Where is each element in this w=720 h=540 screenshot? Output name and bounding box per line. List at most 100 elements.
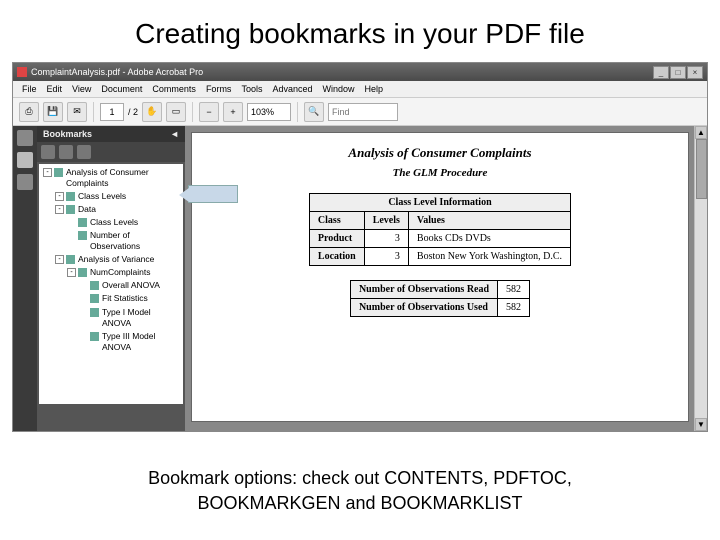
tree-toggle-icon[interactable]: -: [55, 205, 64, 214]
vertical-scrollbar[interactable]: ▲ ▼: [694, 126, 707, 431]
footer-line2: BOOKMARKGEN and BOOKMARKLIST: [0, 491, 720, 516]
scroll-thumb[interactable]: [696, 139, 707, 199]
callout-arrow-icon: [188, 185, 238, 203]
scroll-up-icon[interactable]: ▲: [695, 126, 707, 139]
tree-toggle-icon[interactable]: -: [43, 168, 52, 177]
zoom-out-icon[interactable]: −: [199, 102, 219, 122]
bookmark-icon: [90, 332, 99, 341]
bookmark-icon: [78, 231, 87, 240]
menu-help[interactable]: Help: [360, 84, 389, 94]
slide-footer: Bookmark options: check out CONTENTS, PD…: [0, 466, 720, 516]
tree-toggle-icon[interactable]: -: [55, 255, 64, 264]
panel-header: Bookmarks ◄: [37, 126, 185, 142]
workspace: Bookmarks ◄ -Analysis of Consumer Compla…: [13, 126, 707, 431]
bookmark-item[interactable]: -Analysis of Consumer Complaints: [41, 166, 181, 190]
bookmark-label: Type I Model ANOVA: [102, 307, 181, 329]
panel-title: Bookmarks: [43, 129, 92, 139]
window-title: ComplaintAnalysis.pdf - Adobe Acrobat Pr…: [31, 67, 653, 77]
zoom-in-icon[interactable]: +: [223, 102, 243, 122]
window-controls: _ □ ×: [653, 66, 703, 79]
find-input[interactable]: [328, 103, 398, 121]
table-row: Number of Observations Used 582: [350, 299, 529, 317]
save-icon[interactable]: 💾: [43, 102, 63, 122]
bookmark-label: NumComplaints: [90, 267, 150, 278]
bookmark-item[interactable]: - NumComplaints: [41, 266, 181, 279]
options-icon[interactable]: [77, 145, 91, 159]
menu-file[interactable]: File: [17, 84, 42, 94]
mail-icon[interactable]: ✉: [67, 102, 87, 122]
attachments-icon[interactable]: [17, 174, 33, 190]
menu-tools[interactable]: Tools: [236, 84, 267, 94]
bookmark-label: Class Levels: [90, 217, 138, 228]
bookmark-label: Data: [78, 204, 96, 215]
menubar: File Edit View Document Comments Forms T…: [13, 81, 707, 98]
hand-tool-icon[interactable]: ✋: [142, 102, 162, 122]
cell: Boston New York Washington, D.C.: [408, 248, 570, 266]
bookmarks-panel: Bookmarks ◄ -Analysis of Consumer Compla…: [37, 126, 185, 431]
pages-icon[interactable]: [17, 130, 33, 146]
separator: [93, 102, 94, 122]
bookmark-label: Type III Model ANOVA: [102, 331, 181, 353]
pdf-page: Analysis of Consumer Complaints The GLM …: [191, 132, 689, 422]
bookmark-icon: [54, 168, 63, 177]
print-icon[interactable]: ⎙: [19, 102, 39, 122]
bookmark-item[interactable]: Number of Observations: [41, 229, 181, 253]
menu-window[interactable]: Window: [317, 84, 359, 94]
tree-toggle-icon[interactable]: -: [67, 268, 76, 277]
select-tool-icon[interactable]: ▭: [166, 102, 186, 122]
bookmark-icon: [78, 268, 87, 277]
page-total: / 2: [128, 107, 138, 117]
col-header: Levels: [364, 212, 408, 230]
scroll-down-icon[interactable]: ▼: [695, 418, 707, 431]
table-caption: Class Level Information: [309, 194, 570, 212]
close-button[interactable]: ×: [687, 66, 703, 79]
bookmark-icon: [90, 294, 99, 303]
maximize-button[interactable]: □: [670, 66, 686, 79]
sidebar: Bookmarks ◄ -Analysis of Consumer Compla…: [13, 126, 185, 431]
bookmark-item[interactable]: Type I Model ANOVA: [41, 306, 181, 330]
document-area: Analysis of Consumer Complaints The GLM …: [185, 126, 707, 431]
toolbar: ⎙ 💾 ✉ / 2 ✋ ▭ − + 🔍: [13, 98, 707, 126]
app-icon: [17, 67, 27, 77]
menu-comments[interactable]: Comments: [147, 84, 201, 94]
menu-forms[interactable]: Forms: [201, 84, 237, 94]
bookmark-icon: [66, 192, 75, 201]
cell: Location: [309, 248, 364, 266]
bookmark-item[interactable]: Fit Statistics: [41, 292, 181, 305]
minimize-button[interactable]: _: [653, 66, 669, 79]
observations-table: Number of Observations Read 582 Number o…: [350, 280, 530, 317]
tree-toggle-icon[interactable]: -: [55, 192, 64, 201]
bookmark-icon: [78, 218, 87, 227]
new-bookmark-icon[interactable]: [41, 145, 55, 159]
slide-title: Creating bookmarks in your PDF file: [0, 0, 720, 62]
bookmark-item[interactable]: - Analysis of Variance: [41, 253, 181, 266]
footer-line1: Bookmark options: check out CONTENTS, PD…: [0, 466, 720, 491]
bookmark-item[interactable]: Type III Model ANOVA: [41, 330, 181, 354]
cell: Books CDs DVDs: [408, 230, 570, 248]
zoom-input[interactable]: [247, 103, 291, 121]
find-icon[interactable]: 🔍: [304, 102, 324, 122]
panel-close-icon[interactable]: ◄: [170, 129, 179, 139]
cell: 582: [498, 281, 530, 299]
menu-advanced[interactable]: Advanced: [267, 84, 317, 94]
separator: [297, 102, 298, 122]
bookmark-item[interactable]: Overall ANOVA: [41, 279, 181, 292]
doc-title: Analysis of Consumer Complaints: [214, 145, 666, 161]
delete-bookmark-icon[interactable]: [59, 145, 73, 159]
bookmark-item[interactable]: - Data: [41, 203, 181, 216]
bookmarks-icon[interactable]: [17, 152, 33, 168]
bookmark-item[interactable]: Class Levels: [41, 216, 181, 229]
menu-document[interactable]: Document: [96, 84, 147, 94]
cell: 582: [498, 299, 530, 317]
nav-icons: [13, 126, 37, 431]
class-level-table: Class Level Information Class Levels Val…: [309, 193, 571, 266]
doc-subtitle: The GLM Procedure: [214, 167, 666, 179]
menu-view[interactable]: View: [67, 84, 96, 94]
menu-edit[interactable]: Edit: [42, 84, 68, 94]
bookmark-label: Analysis of Variance: [78, 254, 154, 265]
col-header: Class: [309, 212, 364, 230]
titlebar: ComplaintAnalysis.pdf - Adobe Acrobat Pr…: [13, 63, 707, 81]
bookmark-item[interactable]: -Class Levels: [41, 190, 181, 203]
page-input[interactable]: [100, 103, 124, 121]
acrobat-window: ComplaintAnalysis.pdf - Adobe Acrobat Pr…: [12, 62, 708, 432]
